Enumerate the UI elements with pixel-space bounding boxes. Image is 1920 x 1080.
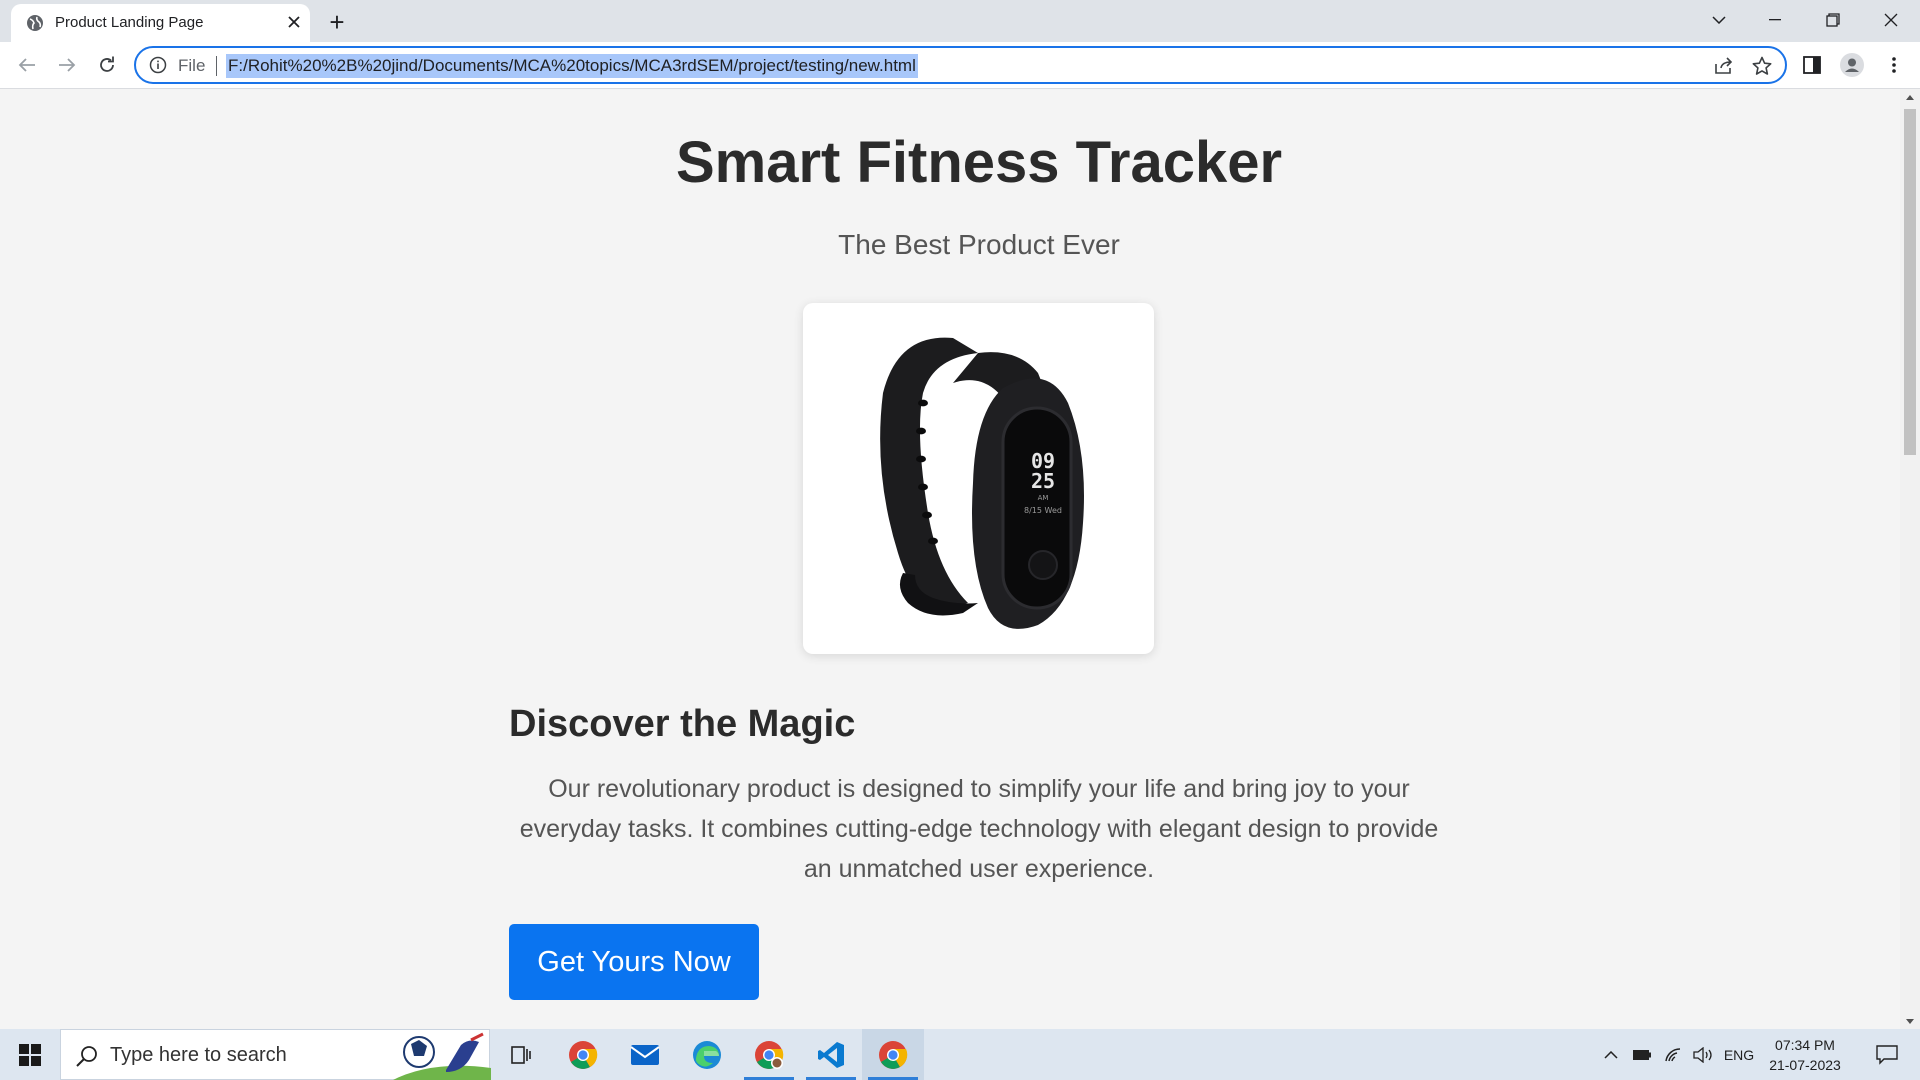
close-window-button[interactable] — [1868, 0, 1914, 40]
scroll-down-button[interactable] — [1900, 1013, 1920, 1029]
url-text[interactable]: F:/Rohit%20%2B%20jind/Documents/MCA%20to… — [226, 54, 918, 78]
reload-icon — [100, 56, 114, 72]
band-touch-button — [1028, 550, 1058, 580]
new-tab-button[interactable]: + — [322, 8, 352, 36]
language-button[interactable]: ENG — [1722, 1029, 1756, 1080]
battery-button[interactable] — [1628, 1029, 1656, 1080]
page-subtitle: The Best Product Ever — [838, 229, 1120, 260]
clock-time: 07:34 PM — [1775, 1037, 1835, 1053]
fitness-band-image: 09 25 AM 8/15 Wed — [880, 337, 1084, 629]
profile-button[interactable] — [1838, 51, 1866, 79]
info-icon[interactable] — [149, 56, 167, 74]
search-icon — [76, 1046, 97, 1067]
product-description: Our revolutionary product is designed to… — [519, 775, 1439, 883]
band-minutes: 25 — [1031, 469, 1055, 493]
page-scrollbar[interactable] — [1900, 89, 1920, 1029]
tab-title: Product Landing Page — [55, 14, 204, 31]
tab-close-button[interactable] — [283, 11, 305, 33]
scheme-label: File — [178, 56, 206, 75]
side-panel-icon — [1803, 56, 1821, 74]
chevron-down-icon — [1712, 16, 1726, 24]
taskbar-chrome-active[interactable] — [862, 1029, 924, 1080]
scroll-up-button[interactable] — [1900, 89, 1920, 105]
bookmark-button[interactable] — [1750, 54, 1774, 78]
taskbar-vscode[interactable] — [800, 1029, 862, 1080]
search-highlight-icon — [393, 1032, 491, 1080]
globe-icon — [27, 15, 43, 31]
omnibox-separator — [216, 56, 217, 76]
chevron-up-icon — [1604, 1050, 1618, 1059]
notifications-button[interactable] — [1862, 1029, 1912, 1080]
kebab-menu-icon — [1892, 57, 1896, 73]
chrome-icon — [569, 1040, 598, 1069]
clock-date: 21-07-2023 — [1769, 1057, 1841, 1073]
taskbar-chrome[interactable] — [552, 1029, 614, 1080]
get-yours-now-button[interactable]: Get Yours Now — [509, 924, 759, 1000]
browser-tab[interactable]: Product Landing Page — [11, 4, 310, 42]
reload-button[interactable] — [92, 50, 122, 80]
menu-button[interactable] — [1880, 51, 1908, 79]
triangle-down-icon — [1906, 1018, 1914, 1024]
band-date: 8/15 Wed — [1024, 506, 1062, 515]
avatar-icon — [1840, 53, 1864, 77]
side-panel-button[interactable] — [1798, 51, 1826, 79]
speaker-icon — [1693, 1046, 1712, 1063]
band-ampm: AM — [1038, 494, 1049, 502]
arrow-right-icon — [59, 58, 76, 72]
clock-button[interactable]: 07:34 PM 21-07-2023 — [1760, 1035, 1850, 1075]
close-icon — [1884, 13, 1898, 27]
minimize-button[interactable] — [1752, 0, 1798, 40]
forward-button[interactable] — [52, 50, 82, 80]
vscode-icon — [818, 1041, 844, 1068]
minimize-icon — [1769, 19, 1781, 21]
show-hidden-icons-button[interactable] — [1598, 1029, 1624, 1080]
restore-button[interactable] — [1810, 0, 1856, 40]
share-icon — [1715, 57, 1733, 74]
arrow-left-icon — [18, 58, 35, 72]
page-viewport: Smart Fitness Tracker The Best Product E… — [0, 89, 1900, 1029]
language-label: ENG — [1723, 1046, 1755, 1063]
wifi-icon — [1665, 1047, 1681, 1061]
start-button[interactable] — [0, 1029, 60, 1080]
tab-search-button[interactable] — [1696, 0, 1742, 40]
back-button[interactable] — [12, 50, 42, 80]
chrome-active-icon — [879, 1040, 908, 1069]
task-view-icon — [511, 1045, 531, 1064]
page-title: Smart Fitness Tracker — [675, 130, 1283, 195]
product-image-card: 09 25 AM 8/15 Wed — [803, 303, 1154, 654]
volume-button[interactable] — [1690, 1029, 1718, 1080]
chrome-profile-icon — [755, 1040, 784, 1069]
search-placeholder: Type here to search — [110, 1044, 287, 1066]
taskbar-search-box[interactable]: Type here to search — [60, 1029, 491, 1080]
share-button[interactable] — [1712, 54, 1736, 78]
browser-toolbar: File F:/Rohit%20%2B%20jind/Documents/MCA… — [0, 42, 1920, 89]
plus-icon: + — [329, 7, 345, 37]
edge-icon — [693, 1040, 721, 1069]
close-icon — [288, 16, 300, 28]
browser-tab-bar: Product Landing Page + — [0, 0, 1920, 42]
taskbar-edge[interactable] — [676, 1029, 738, 1080]
restore-icon — [1826, 13, 1840, 27]
windows-logo-icon — [19, 1043, 41, 1066]
star-icon — [1752, 56, 1772, 75]
taskbar-mail[interactable] — [614, 1029, 676, 1080]
notification-icon — [1876, 1044, 1898, 1065]
network-button[interactable] — [1660, 1029, 1688, 1080]
taskbar-chrome-profile[interactable] — [738, 1029, 800, 1080]
address-bar[interactable]: File F:/Rohit%20%2B%20jind/Documents/MCA… — [134, 46, 1787, 84]
battery-icon — [1633, 1049, 1651, 1060]
windows-taskbar: Type here to search ENG 07:34 PM 21-07-2… — [0, 1029, 1920, 1080]
task-view-button[interactable] — [490, 1029, 552, 1080]
mail-icon — [630, 1044, 660, 1065]
triangle-up-icon — [1906, 94, 1914, 100]
scroll-thumb[interactable] — [1904, 109, 1916, 455]
section-heading: Discover the Magic — [509, 703, 856, 745]
